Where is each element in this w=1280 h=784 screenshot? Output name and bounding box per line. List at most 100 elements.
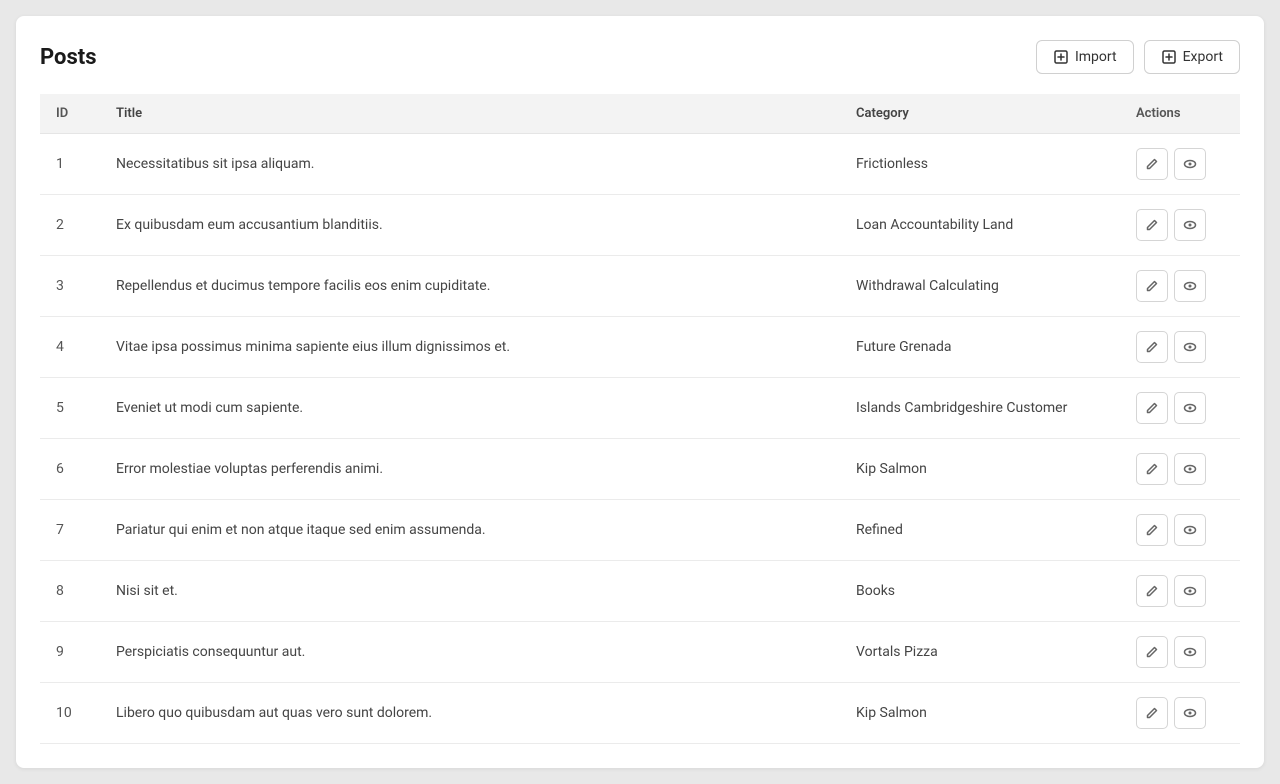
edit-icon [1145, 706, 1159, 720]
cell-title: Nisi sit et. [100, 561, 840, 622]
cell-id: 10 [40, 683, 100, 744]
cell-id: 1 [40, 134, 100, 195]
page-header: Posts Import Export [40, 40, 1240, 74]
cell-id: 7 [40, 500, 100, 561]
eye-icon [1183, 279, 1197, 293]
cell-id: 3 [40, 256, 100, 317]
table-row: 4 Vitae ipsa possimus minima sapiente ei… [40, 317, 1240, 378]
cell-category: Kip Salmon [840, 683, 1120, 744]
cell-id: 2 [40, 195, 100, 256]
cell-id: 5 [40, 378, 100, 439]
cell-actions [1120, 134, 1240, 195]
cell-title: Vitae ipsa possimus minima sapiente eius… [100, 317, 840, 378]
cell-category: Vortals Pizza [840, 622, 1120, 683]
cell-title: Ex quibusdam eum accusantium blanditiis. [100, 195, 840, 256]
cell-category: Refined [840, 500, 1120, 561]
cell-actions [1120, 195, 1240, 256]
cell-category: Islands Cambridgeshire Customer [840, 378, 1120, 439]
edit-icon [1145, 340, 1159, 354]
edit-button[interactable] [1136, 209, 1168, 241]
cell-id: 8 [40, 561, 100, 622]
edit-button[interactable] [1136, 575, 1168, 607]
cell-title: Libero quo quibusdam aut quas vero sunt … [100, 683, 840, 744]
view-button[interactable] [1174, 270, 1206, 302]
table-row: 1 Necessitatibus sit ipsa aliquam. Frict… [40, 134, 1240, 195]
view-button[interactable] [1174, 453, 1206, 485]
row-action-buttons [1136, 209, 1224, 241]
cell-category: Kip Salmon [840, 439, 1120, 500]
edit-icon [1145, 584, 1159, 598]
cell-id: 4 [40, 317, 100, 378]
cell-title: Necessitatibus sit ipsa aliquam. [100, 134, 840, 195]
eye-icon [1183, 462, 1197, 476]
eye-icon [1183, 645, 1197, 659]
edit-icon [1145, 157, 1159, 171]
export-button[interactable]: Export [1144, 40, 1240, 74]
cell-id: 9 [40, 622, 100, 683]
col-header-title: Title [100, 94, 840, 134]
table-row: 8 Nisi sit et. Books [40, 561, 1240, 622]
edit-icon [1145, 523, 1159, 537]
row-action-buttons [1136, 392, 1224, 424]
view-button[interactable] [1174, 392, 1206, 424]
col-header-id: ID [40, 94, 100, 134]
export-icon [1161, 49, 1177, 65]
cell-category: Future Grenada [840, 317, 1120, 378]
import-button[interactable]: Import [1036, 40, 1134, 74]
table-header: ID Title Category Actions [40, 94, 1240, 134]
table-row: 5 Eveniet ut modi cum sapiente. Islands … [40, 378, 1240, 439]
edit-button[interactable] [1136, 697, 1168, 729]
eye-icon [1183, 218, 1197, 232]
cell-title: Repellendus et ducimus tempore facilis e… [100, 256, 840, 317]
row-action-buttons [1136, 697, 1224, 729]
row-action-buttons [1136, 636, 1224, 668]
eye-icon [1183, 523, 1197, 537]
edit-button[interactable] [1136, 636, 1168, 668]
eye-icon [1183, 584, 1197, 598]
main-container: Posts Import Export ID Title [16, 16, 1264, 768]
view-button[interactable] [1174, 575, 1206, 607]
edit-button[interactable] [1136, 270, 1168, 302]
cell-title: Eveniet ut modi cum sapiente. [100, 378, 840, 439]
cell-category: Loan Accountability Land [840, 195, 1120, 256]
view-button[interactable] [1174, 148, 1206, 180]
edit-button[interactable] [1136, 331, 1168, 363]
cell-category: Withdrawal Calculating [840, 256, 1120, 317]
import-icon [1053, 49, 1069, 65]
posts-table: ID Title Category Actions 1 Necessitatib… [40, 94, 1240, 744]
cell-title: Perspiciatis consequuntur aut. [100, 622, 840, 683]
edit-button[interactable] [1136, 392, 1168, 424]
cell-category: Frictionless [840, 134, 1120, 195]
eye-icon [1183, 157, 1197, 171]
header-actions: Import Export [1036, 40, 1240, 74]
edit-button[interactable] [1136, 148, 1168, 180]
row-action-buttons [1136, 514, 1224, 546]
row-action-buttons [1136, 575, 1224, 607]
cell-id: 6 [40, 439, 100, 500]
eye-icon [1183, 706, 1197, 720]
row-action-buttons [1136, 331, 1224, 363]
cell-actions [1120, 256, 1240, 317]
eye-icon [1183, 340, 1197, 354]
table-header-row: ID Title Category Actions [40, 94, 1240, 134]
table-row: 2 Ex quibusdam eum accusantium blanditii… [40, 195, 1240, 256]
view-button[interactable] [1174, 636, 1206, 668]
edit-button[interactable] [1136, 453, 1168, 485]
view-button[interactable] [1174, 514, 1206, 546]
cell-actions [1120, 683, 1240, 744]
table-row: 9 Perspiciatis consequuntur aut. Vortals… [40, 622, 1240, 683]
edit-icon [1145, 279, 1159, 293]
view-button[interactable] [1174, 697, 1206, 729]
view-button[interactable] [1174, 331, 1206, 363]
table-row: 3 Repellendus et ducimus tempore facilis… [40, 256, 1240, 317]
col-header-actions: Actions [1120, 94, 1240, 134]
cell-actions [1120, 622, 1240, 683]
row-action-buttons [1136, 453, 1224, 485]
eye-icon [1183, 401, 1197, 415]
view-button[interactable] [1174, 209, 1206, 241]
table-body: 1 Necessitatibus sit ipsa aliquam. Frict… [40, 134, 1240, 744]
edit-button[interactable] [1136, 514, 1168, 546]
edit-icon [1145, 401, 1159, 415]
table-row: 7 Pariatur qui enim et non atque itaque … [40, 500, 1240, 561]
row-action-buttons [1136, 270, 1224, 302]
